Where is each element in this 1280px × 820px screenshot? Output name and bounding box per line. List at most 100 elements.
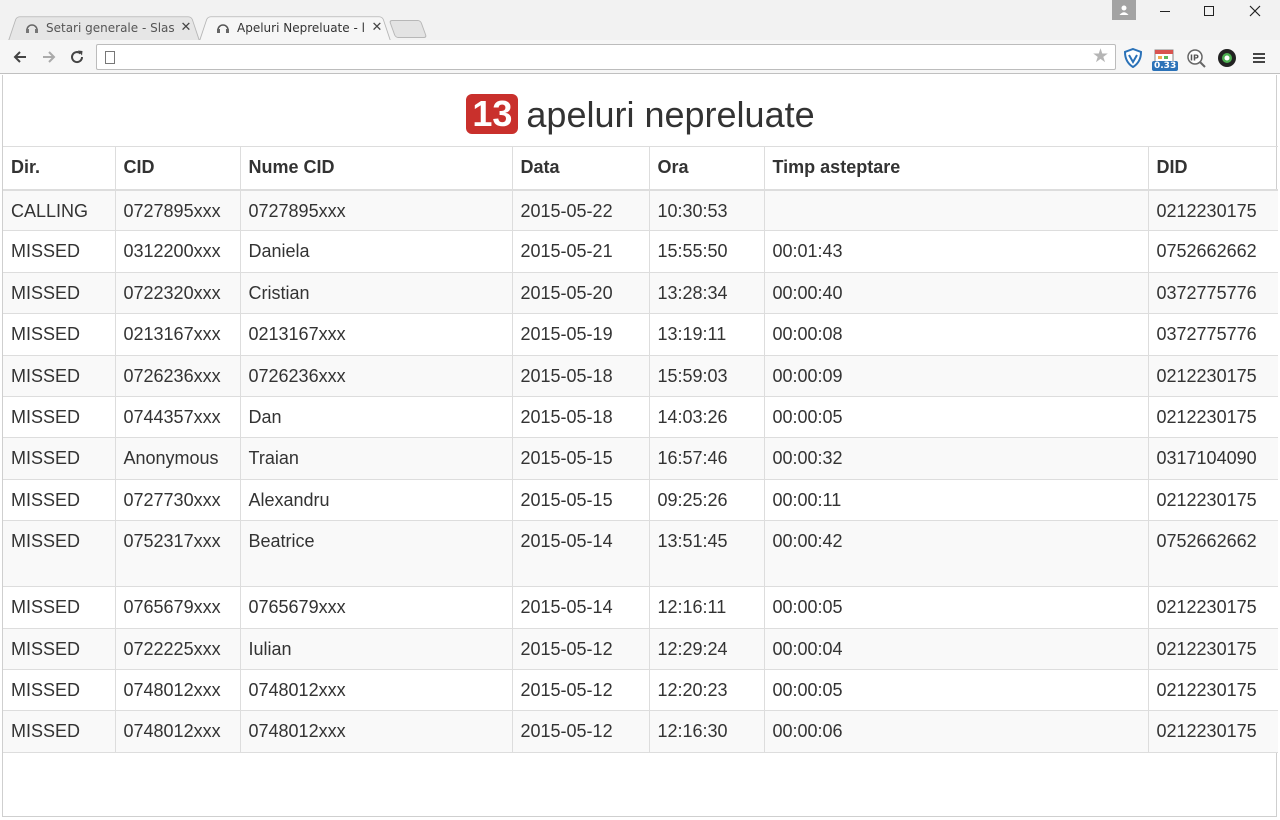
cell-cid: 0765679xxx xyxy=(115,586,241,629)
table-row: MISSED Anonymous Traian 2015-05-15 16:57:46 0… xyxy=(3,437,1278,480)
cell-cid: 0726236xxx xyxy=(115,355,241,397)
cell-nume-cid: 0726236xxx xyxy=(240,355,513,397)
cell-data: 2015-05-18 xyxy=(512,355,650,397)
reload-icon[interactable] xyxy=(68,48,86,66)
cell-timp-asteptare: 00:00:40 xyxy=(764,272,1149,315)
table-row: MISSED 0722320xxx Cristian 2015-05-20 13:28:… xyxy=(3,272,1278,315)
column-header-did: DID xyxy=(1148,146,1278,191)
cell-ora: 09:25:26 xyxy=(649,479,765,522)
cell-cid: 0213167xxx xyxy=(115,313,241,356)
cell-did: 0212230175 xyxy=(1148,628,1278,670)
cell-timp-asteptare: 00:00:05 xyxy=(764,669,1149,712)
camera-extension-icon[interactable] xyxy=(1216,47,1238,69)
cell-nume-cid: Alexandru xyxy=(240,479,513,522)
column-header-timp-asteptare: Timp asteptare xyxy=(764,146,1149,191)
extension-badge: 0.33 xyxy=(1152,61,1179,71)
cell-data: 2015-05-15 xyxy=(512,479,650,522)
cell-ora: 16:57:46 xyxy=(649,437,765,480)
close-tab-icon[interactable]: ✕ xyxy=(371,20,383,35)
shield-extension-icon[interactable] xyxy=(1122,47,1144,69)
column-header-dir: Dir. xyxy=(3,146,116,191)
column-header-ora: Ora xyxy=(649,146,765,191)
cell-cid: Anonymous xyxy=(115,437,241,480)
cell-dir: MISSED xyxy=(3,710,116,753)
profile-icon[interactable] xyxy=(1112,0,1136,20)
table-row: MISSED 0727730xxx Alexandru 2015-05-15 09:25… xyxy=(3,479,1278,522)
cell-did: 0212230175 xyxy=(1148,479,1278,522)
column-header-nume-cid: Nume CID xyxy=(240,146,513,191)
cell-dir: CALLING xyxy=(3,189,116,232)
tab-apeluri-nepreluate[interactable]: Apeluri Nepreluate - live ✕ xyxy=(199,14,391,41)
tab-title: Apeluri Nepreluate - live xyxy=(237,20,365,35)
missed-count-badge: 13 xyxy=(466,94,519,134)
slash-pbx-favicon-icon xyxy=(217,23,229,33)
cell-nume-cid: 0727895xxx xyxy=(240,189,513,232)
table-row: MISSED 0744357xxx Dan 2015-05-18 14:03:26 00:… xyxy=(3,396,1278,439)
page-title: 13 apeluri nepreluate xyxy=(3,92,1278,138)
cell-cid: 0748012xxx xyxy=(115,669,241,712)
cell-dir: MISSED xyxy=(3,479,116,522)
cell-dir: MISSED xyxy=(3,520,116,588)
close-window-button[interactable] xyxy=(1232,0,1278,22)
table-row: MISSED 0752317xxx Beatrice 2015-05-14 13:51:… xyxy=(3,520,1278,588)
cell-timp-asteptare: 00:00:08 xyxy=(764,313,1149,356)
table-row: MISSED 0726236xxx 0726236xxx 2015-05-18 15:5… xyxy=(3,355,1278,397)
cell-dir: MISSED xyxy=(3,437,116,480)
cell-did: 0752662662 xyxy=(1148,230,1278,273)
minimize-button[interactable] xyxy=(1142,0,1188,22)
cell-ora: 14:03:26 xyxy=(649,396,765,439)
cell-dir: MISSED xyxy=(3,230,116,273)
cell-ora: 15:59:03 xyxy=(649,355,765,397)
cell-did: 0752662662 xyxy=(1148,520,1278,588)
cell-data: 2015-05-20 xyxy=(512,272,650,315)
menu-hamburger-icon[interactable] xyxy=(1248,47,1270,69)
address-bar[interactable]: ★ xyxy=(96,44,1116,70)
cell-data: 2015-05-18 xyxy=(512,396,650,439)
table-row: MISSED 0722225xxx Iulian 2015-05-12 12:29:24… xyxy=(3,628,1278,670)
cell-nume-cid: 0213167xxx xyxy=(240,313,513,356)
cell-did: 0317104090 xyxy=(1148,437,1278,480)
cell-nume-cid: 0748012xxx xyxy=(240,710,513,753)
cell-nume-cid: Dan xyxy=(240,396,513,439)
cell-timp-asteptare: 00:00:11 xyxy=(764,479,1149,522)
cell-ora: 13:28:34 xyxy=(649,272,765,315)
cell-dir: MISSED xyxy=(3,272,116,315)
cell-did: 0372775776 xyxy=(1148,313,1278,356)
cell-dir: MISSED xyxy=(3,355,116,397)
table-header-row: Dir. CID Nume CID Data Ora Timp asteptar… xyxy=(3,146,1278,191)
cell-data: 2015-05-19 xyxy=(512,313,650,356)
cell-cid: 0752317xxx xyxy=(115,520,241,588)
table-row: MISSED 0748012xxx 0748012xxx 2015-05-12 12:2… xyxy=(3,669,1278,712)
cell-cid: 0748012xxx xyxy=(115,710,241,753)
close-tab-icon[interactable]: ✕ xyxy=(180,20,192,35)
cell-ora: 13:51:45 xyxy=(649,520,765,588)
cell-did: 0212230175 xyxy=(1148,586,1278,629)
cell-data: 2015-05-12 xyxy=(512,628,650,670)
cell-data: 2015-05-15 xyxy=(512,437,650,480)
svg-text:IP: IP xyxy=(1190,54,1199,63)
back-arrow-icon[interactable] xyxy=(11,48,29,66)
table-row: CALLING 0727895xxx 0727895xxx 2015-05-22 10:… xyxy=(3,189,1278,232)
forward-arrow-icon[interactable] xyxy=(40,48,58,66)
tab-setari-generale[interactable]: Setari generale - Slash PBX ✕ xyxy=(8,14,200,41)
cell-nume-cid: Cristian xyxy=(240,272,513,315)
cell-ora: 15:55:50 xyxy=(649,230,765,273)
new-tab-button[interactable] xyxy=(388,20,428,38)
cell-timp-asteptare xyxy=(764,189,1149,232)
cell-nume-cid: Daniela xyxy=(240,230,513,273)
cell-ora: 13:19:11 xyxy=(649,313,765,356)
bookmark-star-icon[interactable]: ★ xyxy=(1092,47,1109,67)
cell-ora: 12:16:30 xyxy=(649,710,765,753)
cell-did: 0212230175 xyxy=(1148,669,1278,712)
cell-ora: 12:16:11 xyxy=(649,586,765,629)
cell-timp-asteptare: 00:00:05 xyxy=(764,586,1149,629)
cell-did: 0212230175 xyxy=(1148,710,1278,753)
maximize-button[interactable] xyxy=(1186,0,1232,22)
column-header-cid: CID xyxy=(115,146,241,191)
browser-titlebar: Setari generale - Slash PBX ✕ Apeluri Ne… xyxy=(0,0,1280,41)
cell-ora: 12:29:24 xyxy=(649,628,765,670)
cell-timp-asteptare: 00:00:05 xyxy=(764,396,1149,439)
ip-lookup-extension-icon[interactable]: IP xyxy=(1185,47,1207,69)
url-input[interactable] xyxy=(125,47,1085,67)
cell-data: 2015-05-22 xyxy=(512,189,650,232)
